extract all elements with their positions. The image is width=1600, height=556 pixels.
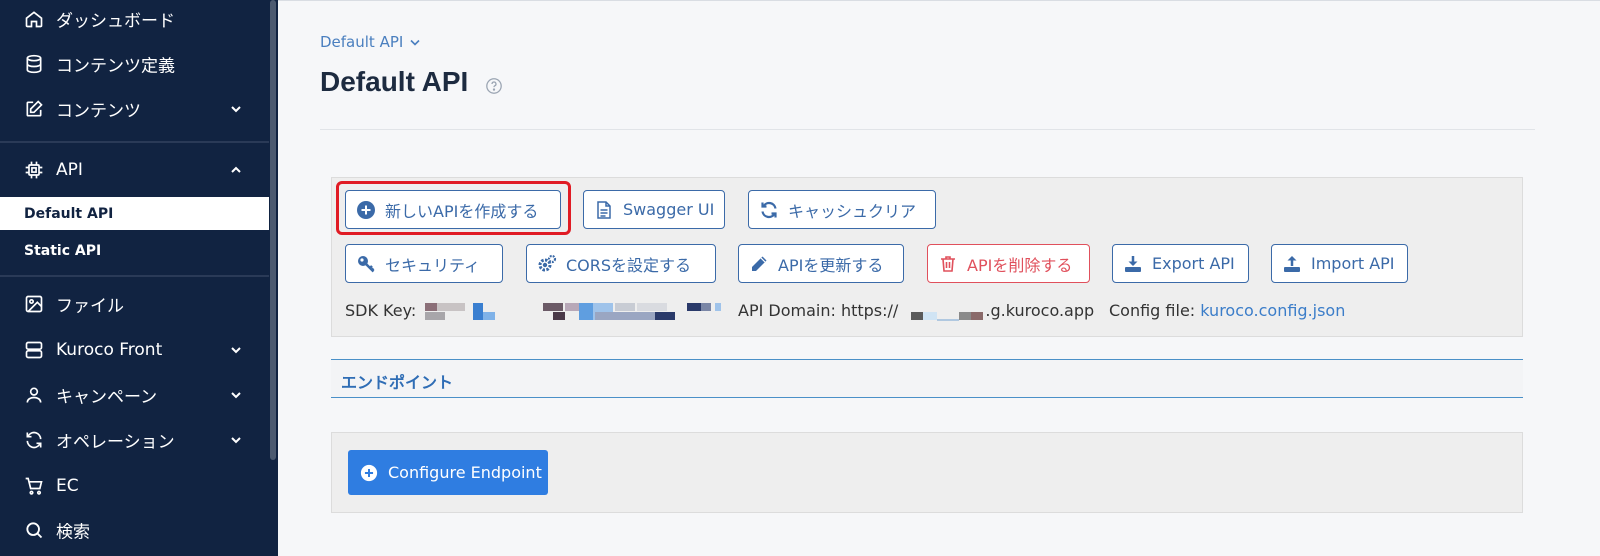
cache-clear-button[interactable]: キャッシュクリア <box>748 190 936 229</box>
export-api-button[interactable]: Export API <box>1112 244 1249 283</box>
sidebar-item-label: キャンペーン <box>56 387 158 408</box>
top-border <box>278 0 1600 1</box>
cogs-icon <box>538 254 557 271</box>
cart-icon <box>25 477 43 495</box>
config-file-info: Config file: kuroco.config.json <box>1109 301 1345 320</box>
sidebar-item-kuroco-front[interactable]: Kuroco Front <box>0 330 269 370</box>
sidebar-item-label: 検索 <box>56 522 90 543</box>
download-icon <box>1125 255 1141 272</box>
search-icon <box>26 522 43 539</box>
breadcrumb-label: Default API <box>320 33 404 51</box>
sidebar-item-label: コンテンツ定義 <box>56 56 175 77</box>
swagger-ui-label: Swagger UI <box>623 200 715 219</box>
refresh-icon <box>26 431 42 449</box>
export-api-label: Export API <box>1152 254 1235 273</box>
sidebar-item-operation[interactable]: オペレーション <box>0 420 269 460</box>
sidebar-subitem-label: Default API <box>24 205 114 222</box>
page-title: Default API <box>320 66 469 97</box>
delete-api-button[interactable]: APIを削除する <box>927 244 1090 283</box>
configure-endpoint-button[interactable]: Configure Endpoint <box>348 450 548 495</box>
sidebar-item-label: Kuroco Front <box>56 340 163 360</box>
sidebar-divider <box>0 141 269 143</box>
server-icon <box>25 341 43 359</box>
sidebar-item-contents[interactable]: コンテンツ <box>0 89 269 129</box>
import-api-button[interactable]: Import API <box>1271 244 1408 283</box>
sidebar-item-label: コンテンツ <box>56 101 141 122</box>
sidebar-subitem-label: Static API <box>24 242 102 259</box>
endpoints-section-header: エンドポイント <box>331 359 1523 398</box>
document-icon <box>597 200 611 219</box>
config-file-link[interactable]: kuroco.config.json <box>1200 301 1345 320</box>
image-icon <box>25 295 43 313</box>
chevron-down-icon <box>410 39 420 46</box>
api-domain-redacted <box>907 303 985 321</box>
sync-icon <box>761 201 777 218</box>
delete-api-label: APIを削除する <box>967 255 1073 275</box>
trash-icon <box>941 255 955 272</box>
security-button[interactable]: セキュリティ <box>345 244 503 283</box>
upload-icon <box>1284 255 1300 272</box>
import-api-label: Import API <box>1311 254 1395 273</box>
sidebar-divider <box>0 275 269 277</box>
sdk-key-redacted <box>425 302 725 321</box>
update-api-button[interactable]: APIを更新する <box>738 244 904 283</box>
sdk-key-label: SDK Key: <box>345 301 417 320</box>
api-domain-info: API Domain: https:// .g.kuroco.app <box>738 301 1094 321</box>
security-label: セキュリティ <box>385 255 481 275</box>
sidebar-item-api[interactable]: API <box>0 150 269 190</box>
sidebar-item-files[interactable]: ファイル <box>0 284 269 324</box>
user-icon <box>26 387 42 403</box>
breadcrumb[interactable]: Default API <box>320 33 421 51</box>
edit-icon <box>26 100 43 117</box>
highlight-box <box>336 181 571 235</box>
sidebar-subitem-default-api[interactable]: Default API <box>0 197 269 230</box>
sidebar: ダッシュボード コンテンツ定義 コンテンツ API Default API St… <box>0 0 278 556</box>
key-icon <box>358 255 375 272</box>
sdk-key-info: SDK Key: <box>345 301 725 321</box>
sidebar-item-label: ファイル <box>56 296 124 317</box>
home-icon <box>25 11 43 28</box>
swagger-ui-button[interactable]: Swagger UI <box>583 190 725 229</box>
configure-endpoint-label: Configure Endpoint <box>388 463 542 482</box>
chip-icon <box>25 161 43 179</box>
title-divider <box>320 129 1535 130</box>
sidebar-subitem-static-api[interactable]: Static API <box>0 234 269 267</box>
api-domain-label: API Domain: https:// <box>738 301 899 320</box>
chevron-down-icon <box>231 392 241 399</box>
sidebar-scrollbar[interactable] <box>270 0 276 460</box>
chevron-down-icon <box>231 437 241 444</box>
help-icon[interactable] <box>485 77 503 95</box>
chevron-down-icon <box>231 347 241 354</box>
plus-circle-icon <box>360 464 378 481</box>
pencil-icon <box>752 256 767 271</box>
sidebar-item-campaign[interactable]: キャンペーン <box>0 375 269 415</box>
config-file-label: Config file: <box>1109 301 1196 320</box>
database-icon <box>26 54 42 74</box>
sidebar-item-ec[interactable]: EC <box>0 466 269 506</box>
sidebar-item-label: EC <box>56 476 79 496</box>
sidebar-item-content-definition[interactable]: コンテンツ定義 <box>0 44 269 84</box>
cors-settings-button[interactable]: CORSを設定する <box>526 244 716 283</box>
sidebar-item-label: API <box>56 160 83 180</box>
update-api-label: APIを更新する <box>778 255 884 275</box>
section-title: エンドポイント <box>341 373 454 392</box>
cors-settings-label: CORSを設定する <box>566 255 692 275</box>
api-domain-suffix: .g.kuroco.app <box>985 301 1095 320</box>
sidebar-item-search[interactable]: 検索 <box>0 510 269 550</box>
sidebar-item-label: オペレーション <box>56 432 175 453</box>
cache-clear-label: キャッシュクリア <box>788 201 917 221</box>
sidebar-item-label: ダッシュボード <box>56 11 175 32</box>
sidebar-item-dashboard[interactable]: ダッシュボード <box>0 0 269 38</box>
chevron-down-icon <box>231 106 241 113</box>
chevron-up-icon <box>231 166 241 173</box>
